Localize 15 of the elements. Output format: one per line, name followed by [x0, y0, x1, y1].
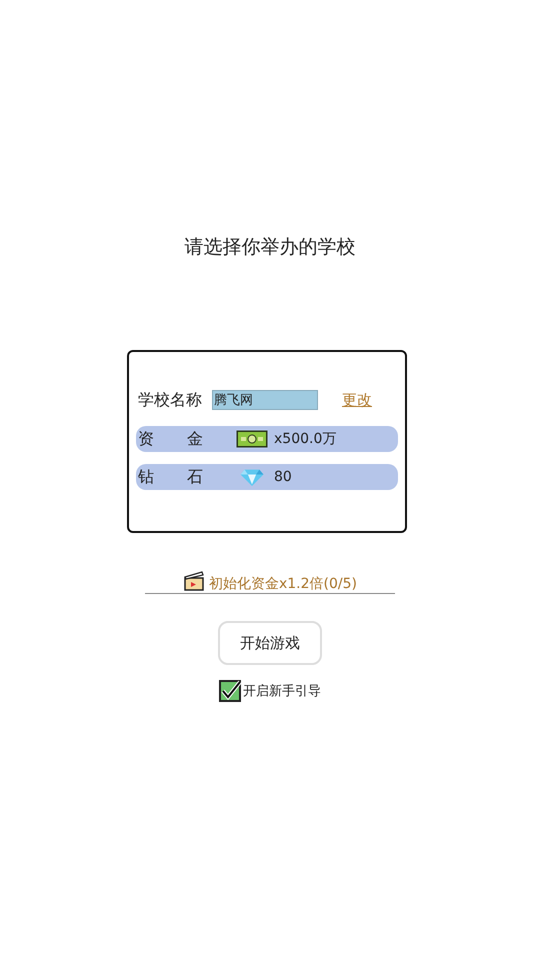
bonus-link[interactable]: 初始化资金x1.2倍(0/5) [145, 575, 395, 594]
resource-label: 钻 石 [138, 466, 204, 488]
start-game-button[interactable]: 开始游戏 [218, 621, 322, 665]
resource-value: 80 [274, 469, 292, 485]
resource-value: x500.0万 [274, 430, 336, 448]
tutorial-label: 开启新手引导 [243, 683, 321, 700]
school-name-label: 学校名称 [138, 390, 202, 410]
banknote-icon [236, 430, 268, 448]
resource-label: 资 金 [138, 428, 204, 450]
page-title: 请选择你举办的学校 [184, 235, 356, 260]
school-name-field[interactable]: 腾飞网 [212, 390, 318, 410]
bonus-text: 初始化资金x1.2倍(0/5) [208, 575, 357, 593]
clapperboard-icon [182, 570, 205, 592]
change-link[interactable]: 更改 [342, 390, 372, 410]
tutorial-checkbox[interactable] [219, 680, 241, 702]
